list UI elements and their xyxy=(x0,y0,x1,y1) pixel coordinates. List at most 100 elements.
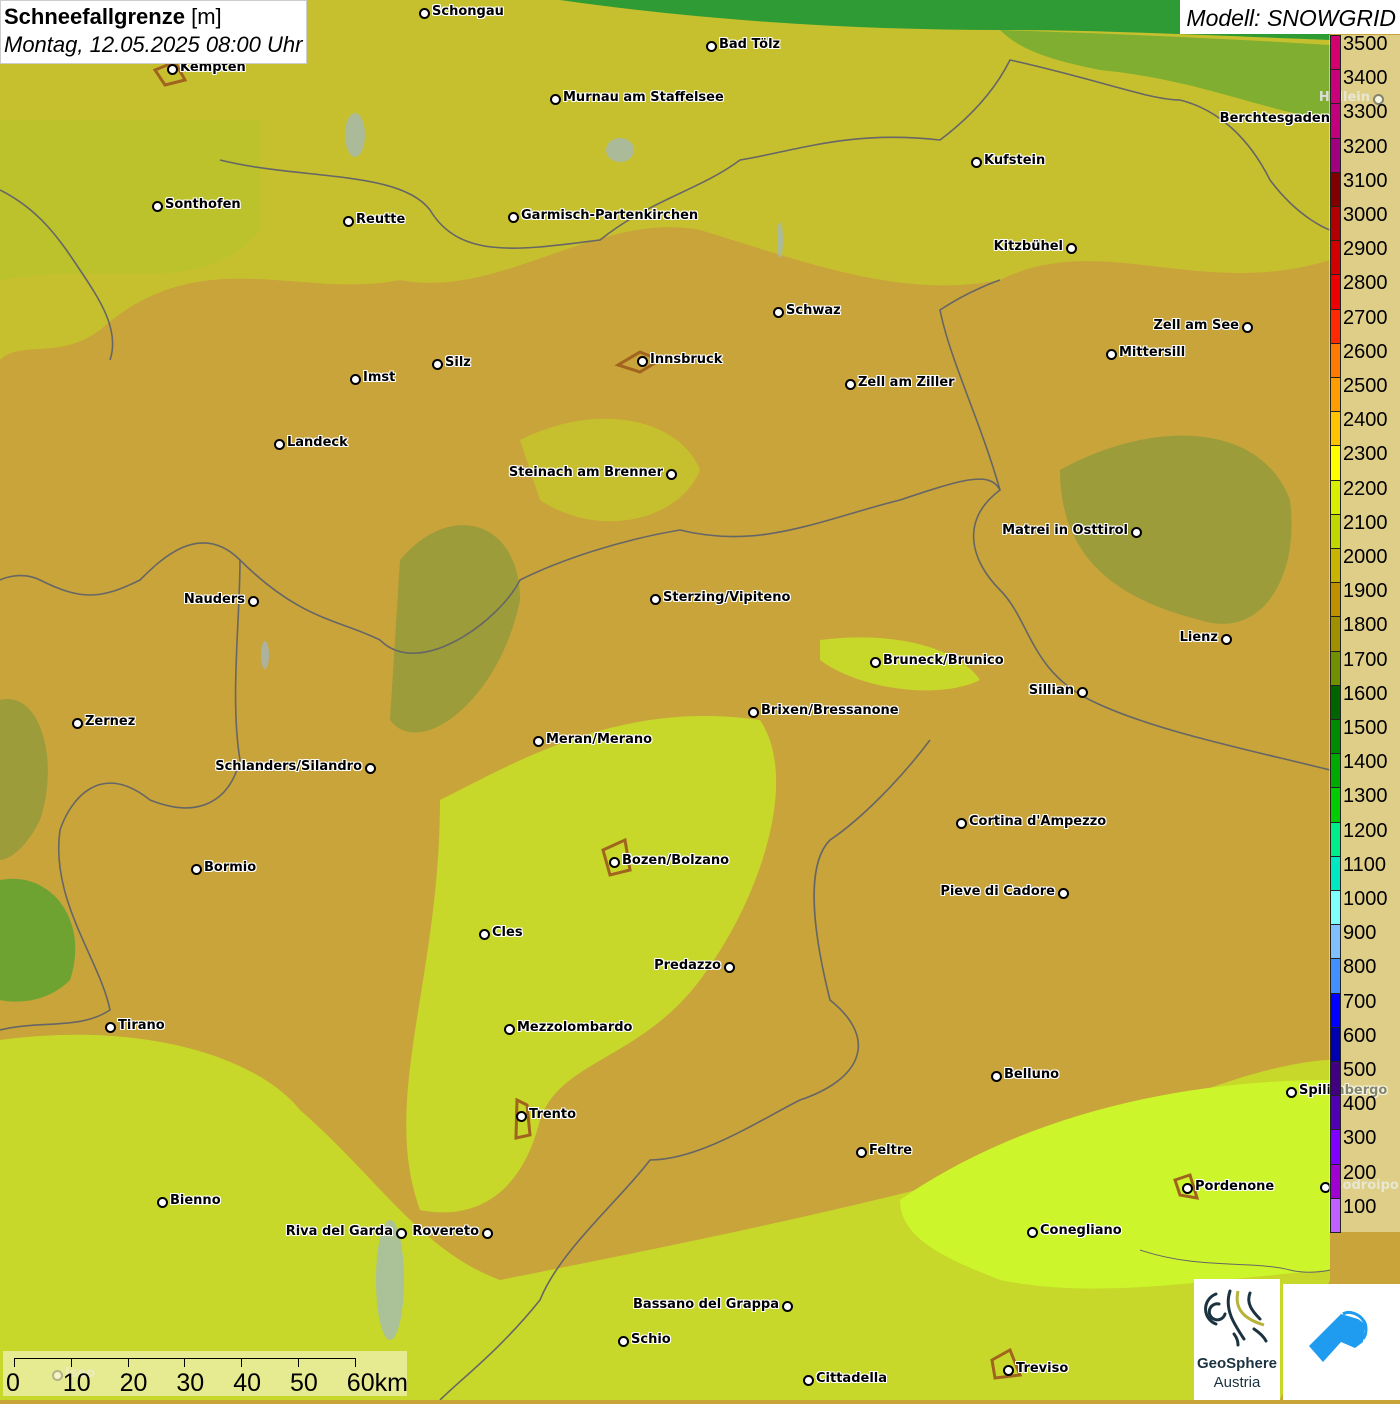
scale-bar: 0 10 20 30 40 50 60km xyxy=(3,1351,408,1397)
city-marker-icon xyxy=(248,596,259,607)
legend-label: 3500 xyxy=(1343,33,1388,55)
legend-label: 2900 xyxy=(1343,238,1388,261)
city-marker-icon xyxy=(1182,1183,1193,1194)
mountain-snow-icon xyxy=(1309,1310,1368,1362)
city-label: Sonthofen xyxy=(165,197,241,212)
city-marker-icon xyxy=(1242,322,1253,333)
city-label: Nauders xyxy=(183,592,245,607)
city-label: Silz xyxy=(445,355,471,370)
city-label: Belluno xyxy=(1004,1067,1060,1082)
city-marker-icon xyxy=(856,1147,867,1158)
legend-label: 2700 xyxy=(1343,306,1388,329)
parameter-name: Schneefallgrenze xyxy=(4,4,185,29)
city-marker-icon xyxy=(724,962,735,973)
legend-label: 1300 xyxy=(1343,785,1388,808)
city-marker-icon xyxy=(666,469,677,480)
legend-swatch xyxy=(1330,787,1341,823)
city-marker-icon xyxy=(343,216,354,227)
city-marker-icon xyxy=(991,1071,1002,1082)
legend-swatch xyxy=(1330,821,1341,857)
city-label: Bozen/Bolzano xyxy=(622,853,730,868)
city-marker-icon xyxy=(350,374,361,385)
legend-label: 1000 xyxy=(1343,888,1388,910)
city-marker-icon xyxy=(508,212,519,223)
city-label: Zell am Ziller xyxy=(858,375,955,390)
legend-swatch xyxy=(1330,1129,1341,1165)
legend-label: 3300 xyxy=(1343,101,1388,124)
city-marker-icon xyxy=(1286,1087,1297,1098)
city-label: Mezzolombardo xyxy=(517,1020,633,1035)
city-marker-icon xyxy=(782,1301,793,1312)
city-label: Bassano del Grappa xyxy=(633,1297,779,1312)
legend-label: 2600 xyxy=(1343,340,1388,363)
city-marker-icon xyxy=(1027,1227,1038,1238)
city-marker-icon xyxy=(550,94,561,105)
legend-swatch xyxy=(1330,445,1341,481)
city-marker-icon xyxy=(516,1111,527,1122)
legend-swatch xyxy=(1330,1061,1341,1097)
city-label: Rovereto xyxy=(412,1224,479,1239)
legend-swatch xyxy=(1330,548,1341,584)
city-marker-icon xyxy=(1106,349,1117,360)
legend-swatch xyxy=(1330,513,1341,549)
scale-tick xyxy=(354,1358,356,1367)
city-label: Pieve di Cadore xyxy=(940,884,1055,899)
city-label: Garmisch-Partenkirchen xyxy=(521,208,699,223)
legend-label: 900 xyxy=(1343,922,1377,945)
city-marker-icon xyxy=(152,201,163,212)
legend-label: 500 xyxy=(1343,1059,1377,1081)
legend-swatch xyxy=(1330,206,1341,242)
legend-swatch xyxy=(1330,650,1341,686)
legend-swatch xyxy=(1330,137,1341,173)
scale-tick xyxy=(298,1358,299,1367)
city-label: Bormio xyxy=(204,860,257,875)
city-label: Bienno xyxy=(170,1193,221,1208)
legend-label: 1900 xyxy=(1343,580,1388,603)
legend-swatch xyxy=(1330,171,1341,207)
city-label: Zernez xyxy=(85,714,136,729)
scale-label: 60km xyxy=(346,1369,408,1397)
city-label: Tirano xyxy=(118,1018,165,1033)
geosphere-icon xyxy=(1204,1289,1268,1347)
city-label: Steinach am Brenner xyxy=(508,465,663,480)
scale-label: 0 xyxy=(6,1369,20,1397)
city-marker-icon xyxy=(274,439,285,450)
legend-swatch xyxy=(1330,753,1341,789)
legend-label: 2000 xyxy=(1343,546,1388,568)
city-marker-icon xyxy=(971,157,982,168)
city-label: Innsbruck xyxy=(650,352,723,367)
city-marker-icon xyxy=(1066,243,1077,254)
legend-label: 400 xyxy=(1343,1093,1377,1116)
legend-label: 3000 xyxy=(1343,204,1388,226)
city-label: Schio xyxy=(631,1332,671,1347)
legend-swatch xyxy=(1330,1095,1341,1131)
scale-label: 40 xyxy=(233,1369,261,1397)
city-marker-icon xyxy=(504,1024,515,1035)
city-marker-icon xyxy=(803,1375,814,1386)
scale-tick xyxy=(184,1358,186,1367)
city-label: Meran/Merano xyxy=(546,732,653,747)
city-marker-icon xyxy=(748,707,759,718)
city-marker-icon xyxy=(618,1336,629,1347)
city-label: Bruneck/Brunico xyxy=(883,653,1004,668)
legend-swatch xyxy=(1330,719,1341,755)
legend-swatch xyxy=(1330,890,1341,926)
city-marker-icon xyxy=(1077,687,1088,698)
city-marker-icon xyxy=(105,1022,116,1033)
snow-app-logo[interactable] xyxy=(1283,1284,1400,1400)
city-label: Imst xyxy=(363,370,396,385)
city-marker-icon xyxy=(1003,1365,1014,1376)
city-label: Murnau am Staffelsee xyxy=(563,90,724,105)
city-marker-icon xyxy=(1131,527,1142,538)
geosphere-austria-logo[interactable]: GeoSphere Austria xyxy=(1194,1279,1280,1400)
city-label: Zell am See xyxy=(1153,318,1239,333)
city-label: Pordenone xyxy=(1195,1179,1275,1194)
parameter-unit: [m] xyxy=(191,4,222,29)
city-marker-icon xyxy=(365,763,376,774)
city-label: Sillian xyxy=(1028,683,1074,698)
city-marker-icon xyxy=(482,1228,493,1239)
scale-tick xyxy=(70,1358,72,1367)
color-legend: 3500 3400 3300 3200 3100 3000 2900 2800 2700 2600… xyxy=(1329,33,1400,1233)
legend-label: 2200 xyxy=(1343,477,1388,500)
city-marker-icon xyxy=(167,64,178,75)
